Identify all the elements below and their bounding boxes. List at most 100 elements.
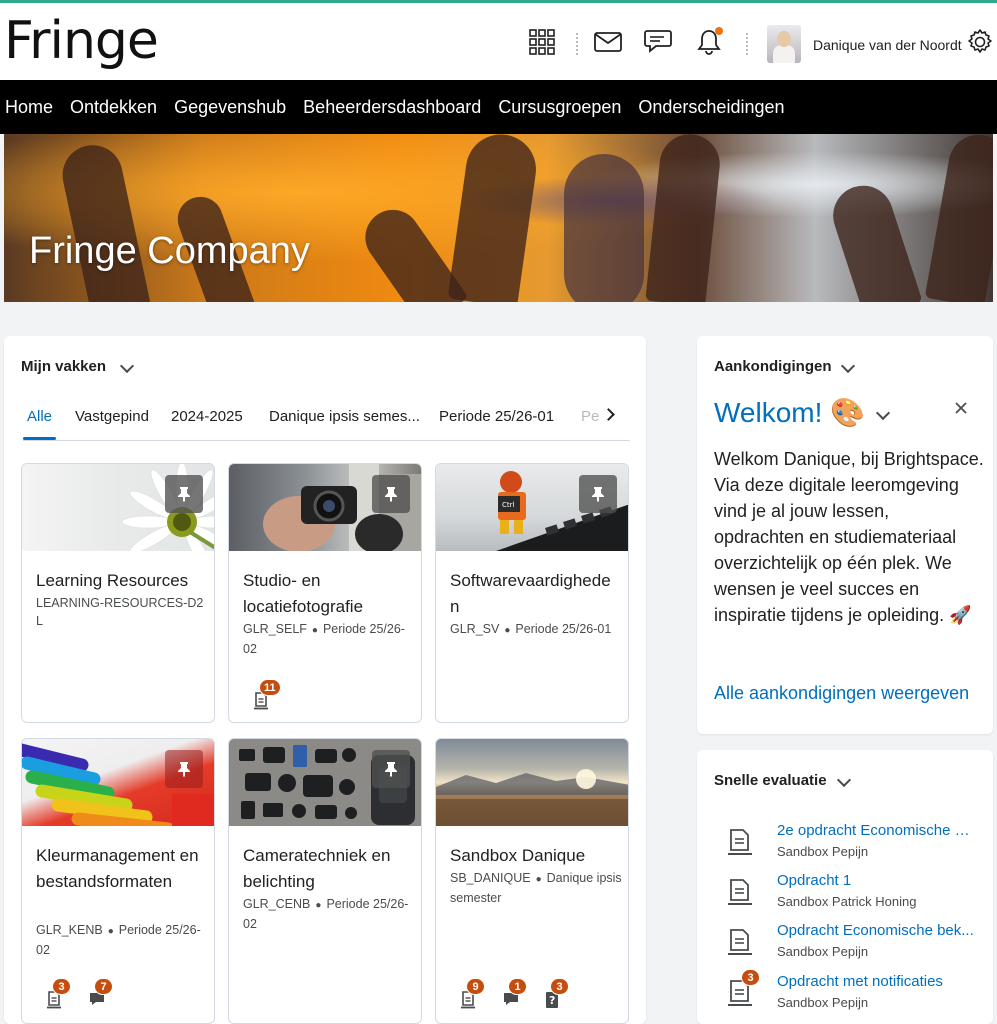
pin-icon — [385, 487, 397, 502]
chevron-down-icon[interactable] — [840, 358, 856, 374]
notification-count-badge: 3 — [52, 978, 71, 995]
course-image — [22, 464, 214, 551]
course-tile[interactable]: Ctrl Softwarevaardigheden GLR_SV ● Periode… — [435, 463, 629, 723]
course-tile[interactable]: Cameratechniek en belichting GLR_CENB ● Pe… — [228, 738, 422, 1024]
course-code: LEARNING-RESOURCES-D2L — [36, 596, 204, 628]
notification-count-badge: 9 — [466, 978, 485, 995]
course-title[interactable]: Kleurmanagement en bestandsformaten — [36, 843, 206, 895]
tab-periode-25-26-01[interactable]: Periode 25/26-01 — [439, 408, 554, 425]
user-name[interactable]: Danique van der Noordt — [813, 37, 962, 53]
bell-icon[interactable] — [692, 25, 726, 59]
course-tile[interactable]: Sandbox Danique SB_DANIQUE ● Danique ipsis… — [435, 738, 629, 1024]
eval-title[interactable]: Opdracht 1 — [777, 872, 977, 889]
assignment-icon: 3 — [727, 969, 760, 1007]
course-code: GLR_KENB — [36, 923, 103, 937]
eval-course: Sandbox Pepijn — [777, 844, 869, 859]
course-image — [229, 464, 421, 551]
course-meta: SB_DANIQUE ● Danique ipsis semester — [450, 869, 622, 907]
apps-grid-icon[interactable] — [525, 25, 559, 59]
banner-image: Fringe Company — [4, 134, 993, 302]
announcements-widget: Aankondigingen Welkom! 🎨 Welkom Danique,… — [697, 336, 993, 734]
nav-gegevenshub[interactable]: Gegevenshub — [170, 97, 290, 118]
eval-title[interactable]: 2e opdracht Economische be... — [777, 822, 977, 839]
org-title: Fringe Company — [29, 230, 310, 272]
eval-course: Sandbox Pepijn — [777, 995, 869, 1010]
my-courses-heading: Mijn vakken — [21, 358, 107, 375]
assignment-icon[interactable]: 3 — [46, 978, 71, 1013]
banner-decor — [564, 154, 644, 302]
my-courses-widget: Mijn vakken Alle Vastgepind 2024-2025 Da… — [4, 336, 646, 1024]
tab-2024-2025[interactable]: 2024-2025 — [171, 408, 243, 425]
svg-text:Ctrl: Ctrl — [502, 501, 515, 509]
svg-text:?: ? — [549, 994, 555, 1007]
quick-eval-heading: Snelle evaluatie — [714, 772, 827, 789]
course-meta: GLR_SELF ● Periode 25/26-02 — [243, 620, 415, 658]
close-icon[interactable] — [953, 400, 969, 416]
course-period: Periode 25/26-01 — [515, 622, 612, 636]
banner-decor — [825, 177, 923, 302]
nav-home[interactable]: Home — [1, 97, 57, 118]
nav-cursusgroepen[interactable]: Cursusgroepen — [494, 97, 625, 118]
chevron-down-icon[interactable] — [119, 358, 135, 374]
chat-icon[interactable] — [641, 25, 675, 59]
mail-icon[interactable] — [591, 25, 625, 59]
course-tile[interactable]: Studio- en locatiefotografie GLR_SELF ● Pe… — [228, 463, 422, 723]
discussion-icon[interactable]: 7 — [88, 978, 113, 1013]
chevron-down-icon[interactable] — [836, 772, 852, 788]
avatar[interactable] — [767, 25, 801, 63]
chevron-down-icon[interactable] — [875, 405, 891, 421]
assignment-icon[interactable]: 9 — [460, 978, 485, 1013]
banner-decor — [924, 134, 993, 302]
view-all-announcements-link[interactable]: Alle aankondigingen weergeven — [714, 683, 969, 704]
fringe-logo[interactable]: Fringe — [4, 11, 159, 71]
nav-onderscheidingen[interactable]: Onderscheidingen — [634, 97, 788, 118]
assignment-icon — [727, 828, 753, 856]
gear-icon[interactable] — [963, 25, 997, 59]
pin-icon — [385, 762, 397, 777]
tab-periode-more[interactable]: Pe — [581, 408, 599, 425]
course-title[interactable]: Sandbox Danique — [450, 843, 620, 869]
list-item[interactable]: 2e opdracht Economische be... Sandbox Pe… — [697, 822, 993, 872]
announcement-title[interactable]: Welkom! 🎨 — [714, 396, 865, 429]
notification-dot — [715, 27, 723, 35]
nav-beheerdersdashboard[interactable]: Beheerdersdashboard — [299, 97, 485, 118]
nav-ontdekken[interactable]: Ontdekken — [66, 97, 161, 118]
quick-eval-widget: Snelle evaluatie 2e opdracht Economische… — [697, 750, 993, 1024]
pin-button[interactable] — [165, 750, 203, 788]
course-code: SB_DANIQUE — [450, 871, 531, 885]
course-meta: GLR_SV ● Periode 25/26-01 — [450, 620, 622, 640]
course-image — [22, 739, 214, 826]
tab-danique-ipsis[interactable]: Danique ipsis semes... — [269, 408, 420, 425]
tab-alle[interactable]: Alle — [27, 408, 52, 425]
quiz-icon[interactable]: ? 3 — [544, 978, 569, 1013]
announcement-body: Welkom Danique, bij Brightspace. Via dez… — [714, 449, 984, 625]
course-image — [436, 739, 628, 826]
eval-course: Sandbox Patrick Honing — [777, 894, 917, 909]
course-title[interactable]: Softwarevaardigheden — [450, 568, 620, 620]
course-tile[interactable]: Learning Resources LEARNING-RESOURCES-D2… — [21, 463, 215, 723]
meta-separator: ● — [315, 900, 322, 911]
course-tile[interactable]: Kleurmanagement en bestandsformaten GLR_… — [21, 738, 215, 1024]
pin-button[interactable] — [165, 475, 203, 513]
course-image — [229, 739, 421, 826]
tab-vastgepind[interactable]: Vastgepind — [75, 408, 149, 425]
course-tabs: Alle Vastgepind 2024-2025 Danique ipsis … — [23, 399, 630, 441]
assignment-icon — [727, 878, 753, 906]
assignment-icon[interactable]: 11 — [253, 679, 281, 714]
list-item[interactable]: Opdracht Economische bek... Sandbox Pepi… — [697, 922, 993, 972]
pin-button[interactable] — [372, 750, 410, 788]
list-item[interactable]: Opdracht 1 Sandbox Patrick Honing — [697, 872, 993, 922]
active-tab-indicator — [23, 437, 56, 440]
course-title[interactable]: Cameratechniek en belichting — [243, 843, 413, 895]
notification-count-badge: 11 — [259, 679, 281, 696]
pin-icon — [592, 487, 604, 502]
course-title[interactable]: Learning Resources — [36, 568, 206, 594]
eval-title[interactable]: Opdracht Economische bek... — [777, 922, 977, 939]
eval-title[interactable]: Opdracht met notificaties — [777, 973, 977, 990]
list-item[interactable]: 3 Opdracht met notificaties Sandbox Pepi… — [697, 969, 993, 1023]
pin-button[interactable] — [579, 475, 617, 513]
pin-button[interactable] — [372, 475, 410, 513]
course-title[interactable]: Studio- en locatiefotografie — [243, 568, 413, 620]
meta-separator: ● — [535, 874, 542, 885]
discussion-icon[interactable]: 1 — [502, 978, 527, 1013]
